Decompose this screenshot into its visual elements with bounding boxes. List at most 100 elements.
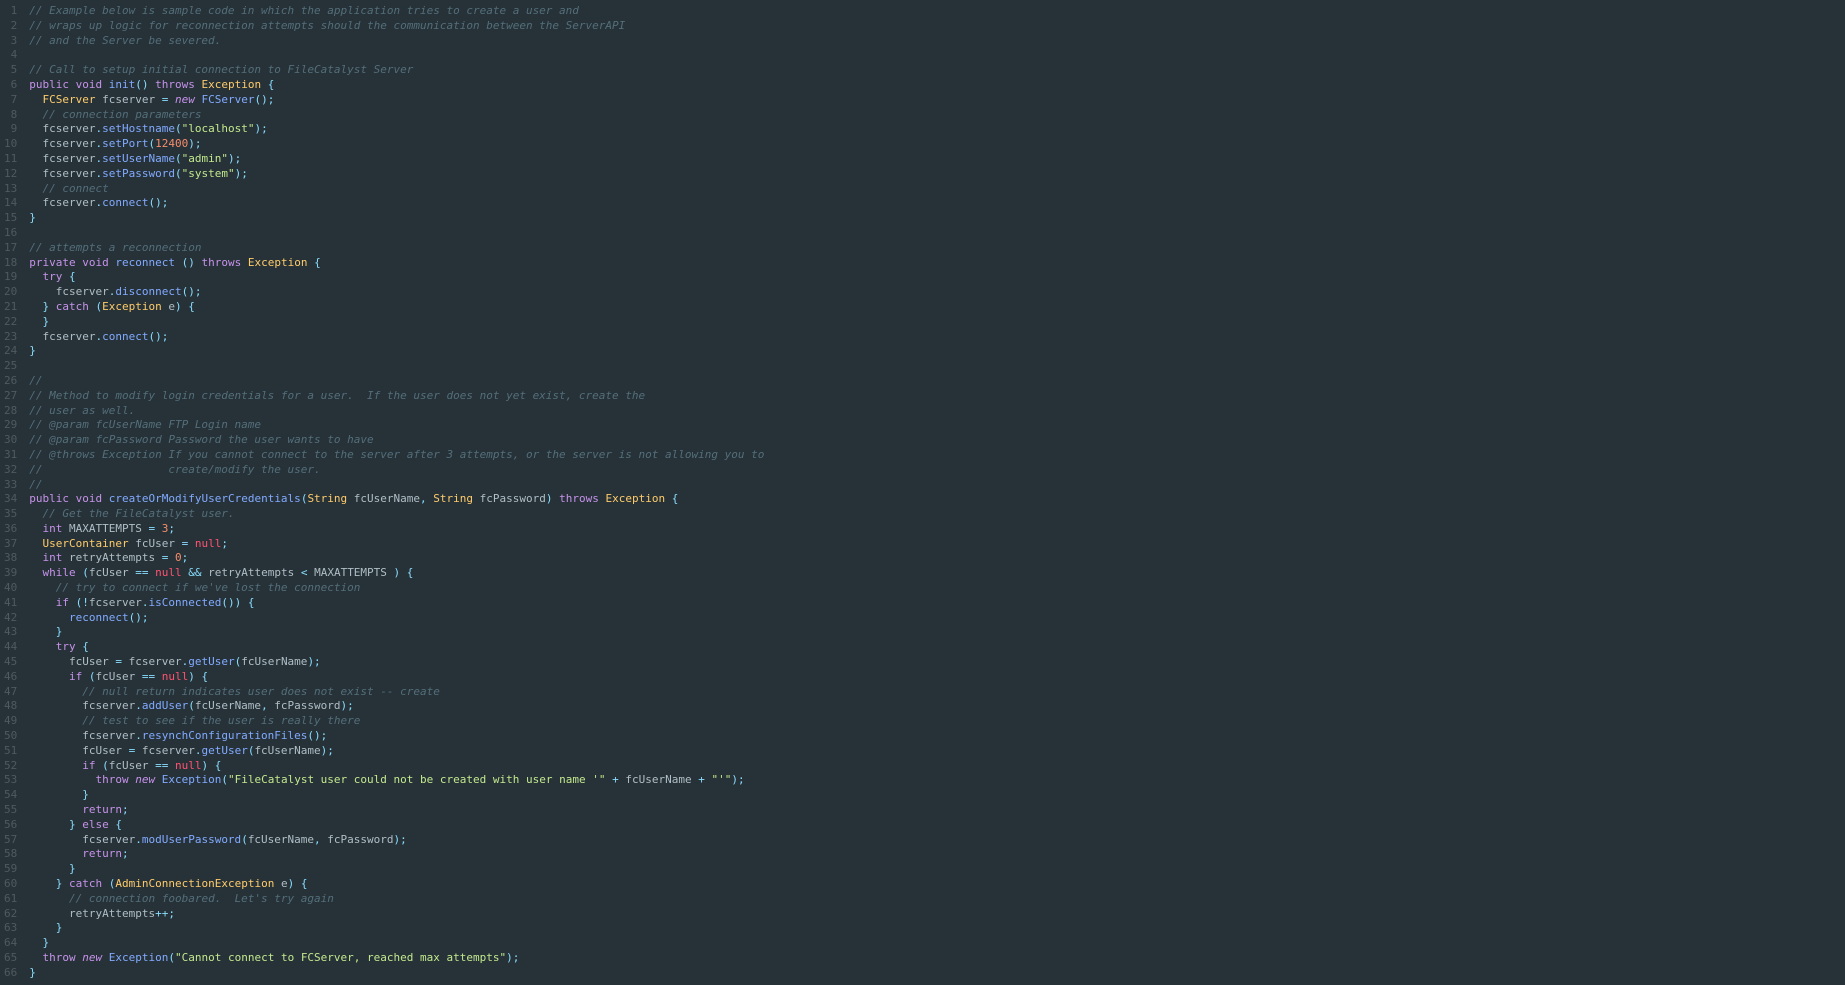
code-line[interactable]: fcserver.setUserName("admin"); bbox=[29, 152, 1845, 167]
code-line[interactable]: private void reconnect () throws Excepti… bbox=[29, 256, 1845, 271]
line-number: 11 bbox=[0, 152, 21, 167]
token-op: . bbox=[135, 833, 142, 846]
code-line[interactable]: fcserver.setPassword("system"); bbox=[29, 167, 1845, 182]
code-line[interactable]: fcserver.connect(); bbox=[29, 196, 1845, 211]
code-line[interactable]: if (fcUser == null) { bbox=[29, 670, 1845, 685]
code-line[interactable]: // wraps up logic for reconnection attem… bbox=[29, 19, 1845, 34]
code-line[interactable]: } else { bbox=[29, 818, 1845, 833]
code-line[interactable]: // Example below is sample code in which… bbox=[29, 4, 1845, 19]
token-ty: Exception bbox=[248, 256, 308, 269]
code-line[interactable]: while (fcUser == null && retryAttempts <… bbox=[29, 566, 1845, 581]
code-line[interactable]: throw new Exception("Cannot connect to F… bbox=[29, 951, 1845, 966]
token-cmt: // connection parameters bbox=[43, 108, 202, 121]
token-op: ; bbox=[221, 537, 228, 550]
code-area[interactable]: // Example below is sample code in which… bbox=[29, 4, 1845, 981]
code-line[interactable]: // connect bbox=[29, 182, 1845, 197]
code-line[interactable]: // try to connect if we've lost the conn… bbox=[29, 581, 1845, 596]
token-op: ( bbox=[175, 152, 182, 165]
code-line[interactable]: } bbox=[29, 625, 1845, 640]
code-line[interactable] bbox=[29, 48, 1845, 63]
token-op: && bbox=[188, 566, 201, 579]
line-number: 4 bbox=[0, 48, 21, 63]
token-op: { bbox=[69, 270, 76, 283]
code-line[interactable]: } bbox=[29, 966, 1845, 981]
code-line[interactable]: try { bbox=[29, 640, 1845, 655]
line-number: 56 bbox=[0, 818, 21, 833]
code-line[interactable]: if (!fcserver.isConnected()) { bbox=[29, 596, 1845, 611]
code-line[interactable]: // @param fcUserName FTP Login name bbox=[29, 418, 1845, 433]
token-op: { bbox=[268, 78, 275, 91]
token-pl: fcserver bbox=[43, 330, 96, 343]
token-pl bbox=[102, 78, 109, 91]
code-line[interactable]: retryAttempts++; bbox=[29, 907, 1845, 922]
code-line[interactable]: fcserver.modUserPassword(fcUserName, fcP… bbox=[29, 833, 1845, 848]
code-line[interactable]: } bbox=[29, 315, 1845, 330]
code-line[interactable]: // null return indicates user does not e… bbox=[29, 685, 1845, 700]
token-pl: MAXATTEMPTS bbox=[62, 522, 148, 535]
code-line[interactable]: // Call to setup initial connection to F… bbox=[29, 63, 1845, 78]
code-line[interactable]: if (fcUser == null) { bbox=[29, 759, 1845, 774]
code-line[interactable]: fcserver.resynchConfigurationFiles(); bbox=[29, 729, 1845, 744]
code-line[interactable]: int retryAttempts = 0; bbox=[29, 551, 1845, 566]
token-pl bbox=[168, 551, 175, 564]
code-line[interactable]: reconnect(); bbox=[29, 611, 1845, 626]
code-line[interactable]: // bbox=[29, 478, 1845, 493]
code-line[interactable]: // user as well. bbox=[29, 404, 1845, 419]
code-line[interactable]: public void init() throws Exception { bbox=[29, 78, 1845, 93]
token-op: { bbox=[248, 596, 255, 609]
code-line[interactable]: // bbox=[29, 374, 1845, 389]
code-line[interactable]: // connection foobared. Let's try again bbox=[29, 892, 1845, 907]
code-line[interactable]: fcserver.setHostname("localhost"); bbox=[29, 122, 1845, 137]
code-line[interactable]: // and the Server be severed. bbox=[29, 34, 1845, 49]
code-line[interactable]: int MAXATTEMPTS = 3; bbox=[29, 522, 1845, 537]
token-op: } bbox=[29, 211, 36, 224]
code-line[interactable] bbox=[29, 226, 1845, 241]
token-kw: throw bbox=[43, 951, 76, 964]
token-kw: public bbox=[29, 492, 69, 505]
code-line[interactable]: return; bbox=[29, 803, 1845, 818]
line-number: 26 bbox=[0, 374, 21, 389]
code-line[interactable]: } catch (Exception e) { bbox=[29, 300, 1845, 315]
code-line[interactable]: fcserver.disconnect(); bbox=[29, 285, 1845, 300]
code-line[interactable]: fcserver.connect(); bbox=[29, 330, 1845, 345]
token-bool: null bbox=[195, 537, 222, 550]
code-line[interactable]: try { bbox=[29, 270, 1845, 285]
code-line[interactable]: // @throws Exception If you cannot conne… bbox=[29, 448, 1845, 463]
token-cmt: // Method to modify login credentials fo… bbox=[29, 389, 645, 402]
code-line[interactable]: // connection parameters bbox=[29, 108, 1845, 123]
token-pl bbox=[69, 78, 76, 91]
code-line[interactable]: public void createOrModifyUserCredential… bbox=[29, 492, 1845, 507]
code-line[interactable]: fcserver.setPort(12400); bbox=[29, 137, 1845, 152]
code-editor[interactable]: 1234567891011121314151617181920212223242… bbox=[0, 0, 1845, 985]
code-line[interactable]: return; bbox=[29, 847, 1845, 862]
token-str: "'" bbox=[711, 773, 731, 786]
code-line[interactable]: } bbox=[29, 862, 1845, 877]
token-pl: fcserver bbox=[135, 744, 195, 757]
token-op: } bbox=[43, 315, 50, 328]
code-line[interactable]: fcserver.addUser(fcUserName, fcPassword)… bbox=[29, 699, 1845, 714]
code-line[interactable]: } bbox=[29, 921, 1845, 936]
code-line[interactable]: } bbox=[29, 936, 1845, 951]
code-line[interactable]: } catch (AdminConnectionException e) { bbox=[29, 877, 1845, 892]
code-line[interactable]: fcUser = fcserver.getUser(fcUserName); bbox=[29, 655, 1845, 670]
code-line[interactable]: // @param fcPassword Password the user w… bbox=[29, 433, 1845, 448]
token-cmt: // connection foobared. Let's try again bbox=[69, 892, 334, 905]
code-line[interactable]: FCServer fcserver = new FCServer(); bbox=[29, 93, 1845, 108]
code-line[interactable]: throw new Exception("FileCatalyst user c… bbox=[29, 773, 1845, 788]
code-line[interactable]: } bbox=[29, 344, 1845, 359]
code-line[interactable]: fcUser = fcserver.getUser(fcUserName); bbox=[29, 744, 1845, 759]
code-line[interactable]: // Method to modify login credentials fo… bbox=[29, 389, 1845, 404]
code-line[interactable]: } bbox=[29, 211, 1845, 226]
code-line[interactable]: UserContainer fcUser = null; bbox=[29, 537, 1845, 552]
code-line[interactable]: // create/modify the user. bbox=[29, 463, 1845, 478]
token-kw: throws bbox=[155, 78, 195, 91]
code-line[interactable] bbox=[29, 359, 1845, 374]
token-bool: null bbox=[155, 566, 182, 579]
token-pl: fcserver bbox=[89, 596, 142, 609]
code-line[interactable]: // test to see if the user is really the… bbox=[29, 714, 1845, 729]
code-line[interactable]: // Get the FileCatalyst user. bbox=[29, 507, 1845, 522]
code-line[interactable]: // attempts a reconnection bbox=[29, 241, 1845, 256]
line-number: 37 bbox=[0, 537, 21, 552]
code-line[interactable]: } bbox=[29, 788, 1845, 803]
token-ty: String bbox=[307, 492, 347, 505]
